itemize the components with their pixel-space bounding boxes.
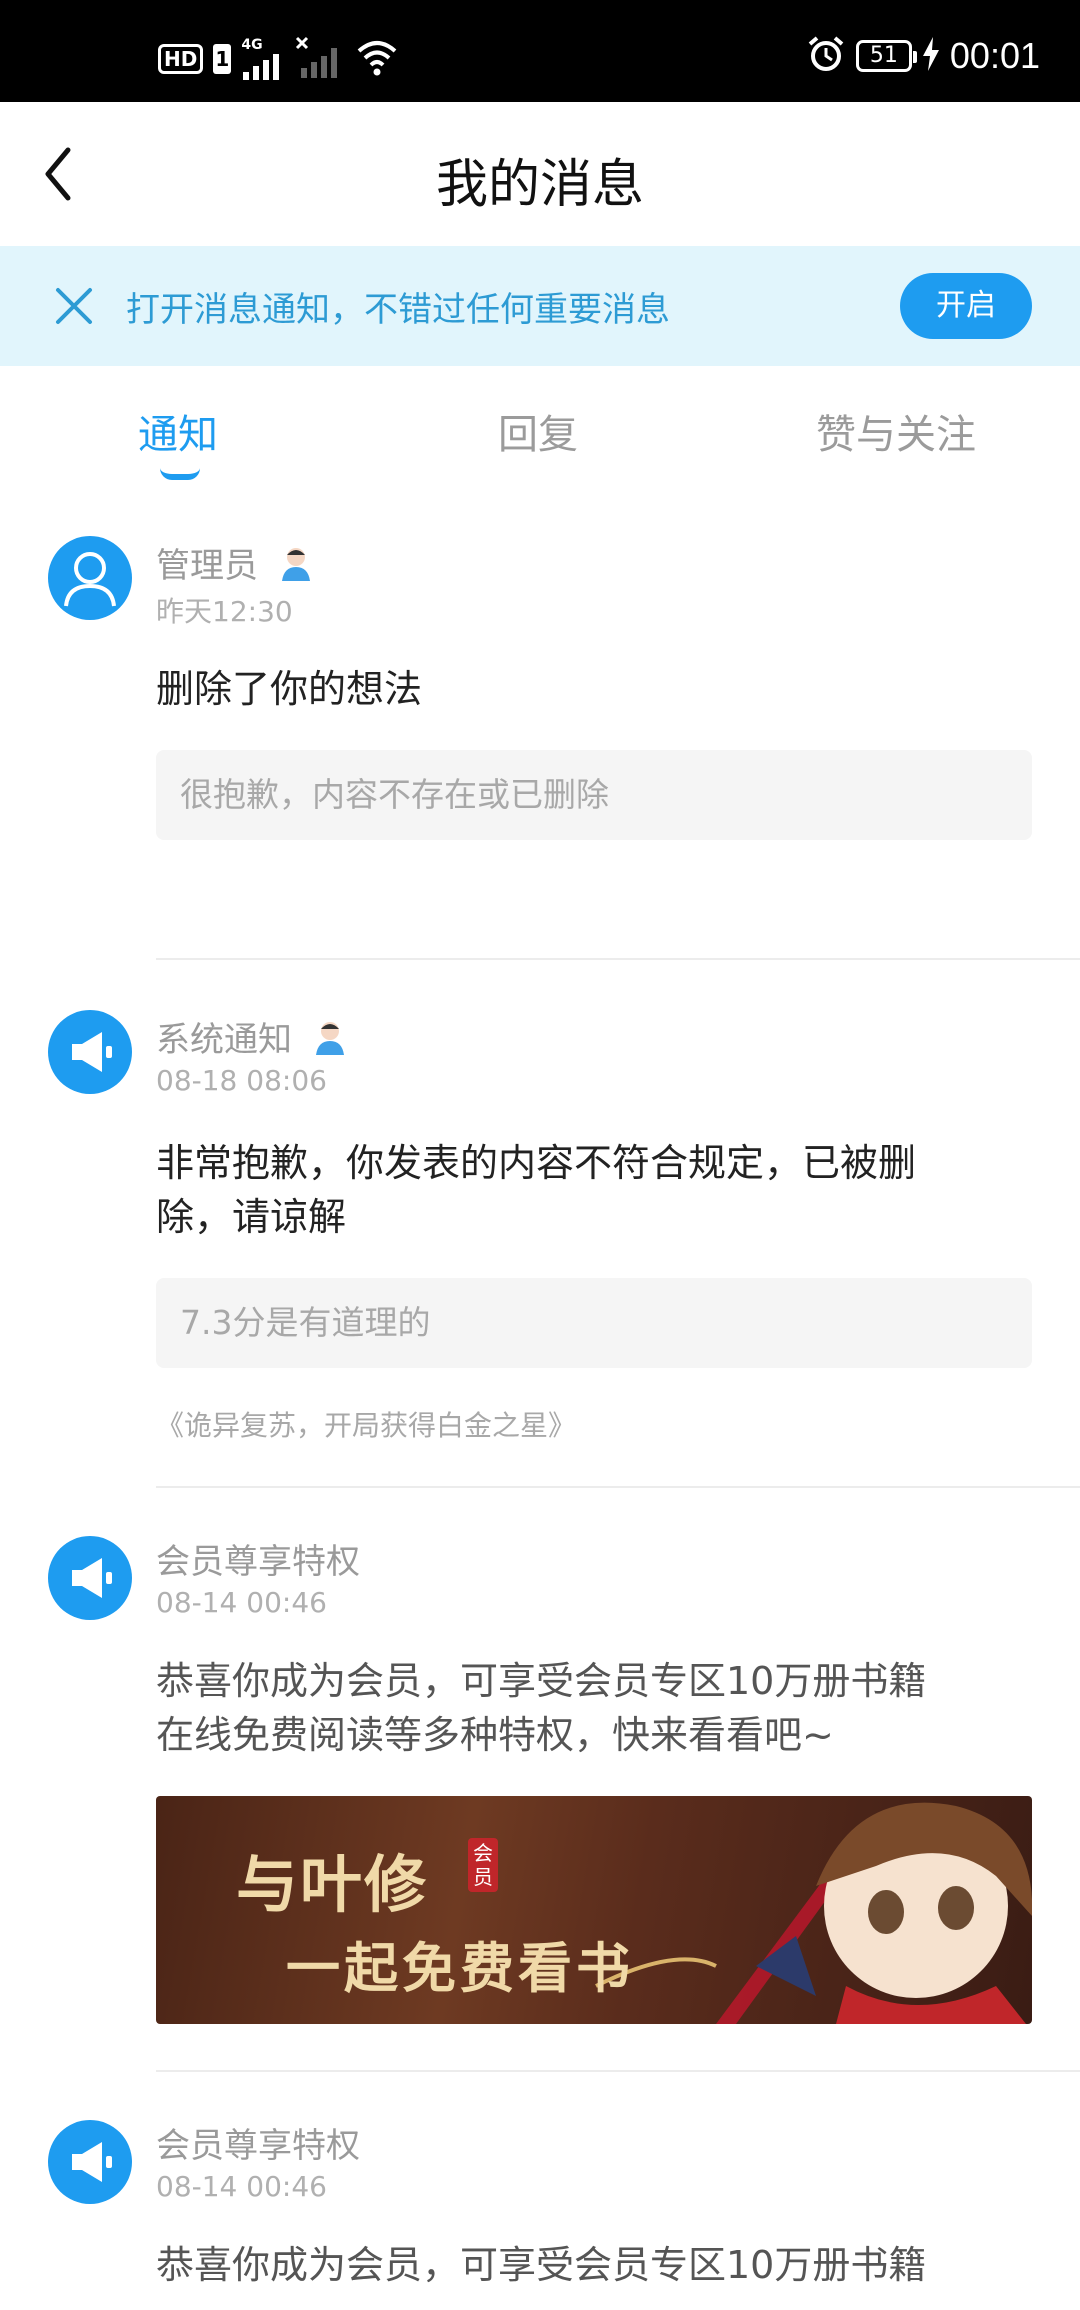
battery-indicator: 51 [855, 40, 917, 72]
quoted-content[interactable]: 7.3分是有道理的 [156, 1278, 1032, 1368]
status-left: HD 1 4G [158, 36, 399, 82]
divider [156, 2070, 1080, 2072]
sender-name: 会员尊享特权 [156, 2126, 360, 2166]
message-text-line: 恭喜你成为会员，可享受会员专区10万册书籍 [156, 1659, 927, 1703]
promo-vip-tag: 会员 [468, 1838, 498, 1892]
tab-replies[interactable]: 回复 [498, 402, 578, 460]
message-sender: 管理员 [156, 538, 316, 587]
charging-icon [922, 37, 940, 75]
message-text-line: 在线免费阅读等多种特权，快来看看吧~ [156, 1713, 834, 1757]
app-header: 我的消息 [0, 102, 1080, 246]
megaphone-icon [72, 1558, 112, 1598]
message-sender: 系统通知 [156, 1012, 350, 1061]
avatar [48, 2120, 132, 2204]
banner-text: 打开消息通知，不错过任何重要消息 [126, 290, 670, 330]
page-title: 我的消息 [435, 155, 644, 215]
sender-name: 管理员 [156, 546, 258, 586]
megaphone-icon [72, 1032, 112, 1072]
megaphone-icon [72, 2142, 112, 2182]
divider [156, 1486, 1080, 1488]
message-sender: 会员尊享特权 [156, 1534, 360, 1583]
avatar [48, 1010, 132, 1094]
close-icon [56, 288, 92, 324]
official-badge-icon [282, 547, 310, 581]
status-bar: HD 1 4G 51 00:01 [0, 0, 1080, 102]
promo-subheadline: 一起免费看书 [286, 1936, 634, 2000]
alarm-icon [806, 34, 846, 78]
user-icon [64, 552, 116, 607]
wifi-icon [355, 37, 399, 81]
message-tabs: 通知 回复 赞与关注 [0, 366, 1080, 486]
notification-banner: 打开消息通知，不错过任何重要消息 开启 [0, 246, 1080, 366]
promo-banner[interactable]: 与叶修 会员 一起免费看书 [156, 1796, 1032, 2024]
message-text: 恭喜你成为会员，可享受会员专区10万册书籍 在线免费阅读等多种特权，快来看看吧~ [156, 1654, 1036, 1762]
message-time: 08-18 08:06 [156, 1064, 327, 1097]
message-sender: 会员尊享特权 [156, 2118, 360, 2167]
message-text-line: 非常抱歉，你发表的内容不符合规定，已被删 [156, 1141, 917, 1185]
message-time: 昨天12:30 [156, 595, 293, 628]
message-time: 08-14 00:46 [156, 1586, 327, 1619]
book-link[interactable]: 《诡异复苏，开局获得白金之星》 [156, 1404, 576, 1444]
status-time: 00:01 [949, 35, 1040, 76]
avatar [48, 1536, 132, 1620]
official-badge-icon [316, 1021, 344, 1055]
sender-name: 会员尊享特权 [156, 1542, 360, 1582]
message-text: 删除了你的想法 [156, 667, 423, 711]
hd-indicator: HD [158, 44, 204, 74]
enable-notifications-button[interactable]: 开启 [900, 273, 1032, 339]
close-banner-button[interactable] [52, 284, 96, 328]
avatar [48, 536, 132, 620]
message-text-line: 除，请谅解 [156, 1195, 347, 1239]
tab-indicator [160, 468, 200, 480]
tab-likes-follows[interactable]: 赞与关注 [816, 402, 976, 460]
message-text: 非常抱歉，你发表的内容不符合规定，已被删 除，请谅解 [156, 1136, 1036, 1244]
sim-indicator: 1 [213, 44, 232, 74]
divider [156, 958, 1080, 960]
message-time: 08-14 00:46 [156, 2170, 327, 2203]
no-signal-icon [295, 36, 345, 82]
promo-headline: 与叶修 [236, 1848, 429, 1921]
status-right: 51 00:01 [806, 34, 1040, 78]
message-text: 恭喜你成为会员，可享受会员专区10万册书籍 [156, 2243, 927, 2287]
network-type: 4G [241, 37, 263, 53]
quoted-content[interactable]: 很抱歉，内容不存在或已删除 [156, 750, 1032, 840]
sender-name: 系统通知 [156, 1020, 292, 1060]
signal-icon: 4G [241, 38, 285, 80]
tab-notifications[interactable]: 通知 [138, 402, 218, 460]
